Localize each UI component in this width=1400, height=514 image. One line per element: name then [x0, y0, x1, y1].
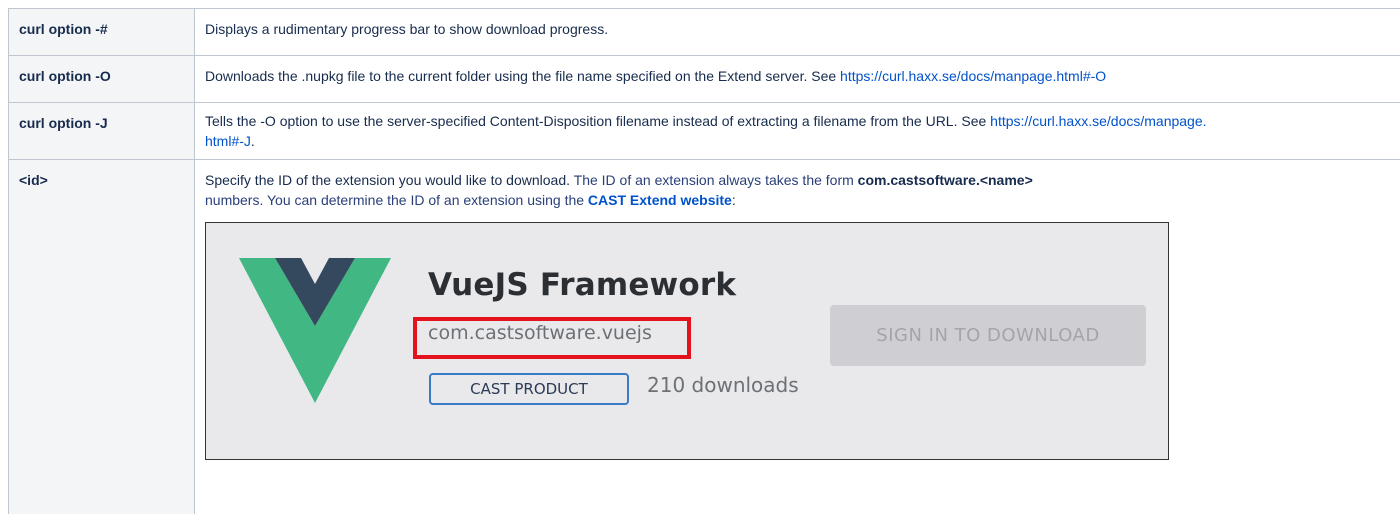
option-description: Specify the ID of the extension you woul…	[194, 159, 1400, 514]
id-highlight-box	[413, 317, 691, 359]
option-description: Displays a rudimentary progress bar to s…	[194, 8, 1400, 56]
description-tail: :	[731, 192, 736, 208]
curl-manpage-link[interactable]: https://curl.haxx.se/docs/manpage.	[990, 113, 1206, 129]
vuejs-logo-icon	[239, 258, 391, 403]
page: curl option -# Displays a rudimentary pr…	[0, 0, 1400, 514]
extension-title: VueJS Framework	[428, 267, 737, 303]
extension-screenshot: VueJS Framework com.castsoftware.vuejs C…	[205, 222, 1169, 460]
id-description-line-2: numbers. You can determine the ID of an …	[205, 190, 1397, 210]
id-description-line-1: Specify the ID of the extension you woul…	[205, 170, 1397, 190]
table-row: curl option -# Displays a rudimentary pr…	[8, 8, 1400, 56]
option-key: <id>	[8, 159, 195, 514]
option-key: curl option -#	[8, 8, 195, 56]
option-key: curl option -O	[8, 55, 195, 103]
options-table: curl option -# Displays a rudimentary pr…	[8, 8, 1400, 514]
curl-manpage-link[interactable]: https://curl.haxx.se/docs/manpage.html#-…	[840, 68, 1106, 84]
description-note: numbers. You can determine the ID of an …	[205, 192, 588, 208]
option-description: Tells the -O option to use the server-sp…	[194, 102, 1400, 160]
table-row: <id> Specify the ID of the extension you…	[8, 159, 1400, 514]
cast-product-badge: CAST PRODUCT	[429, 373, 629, 405]
table-row: curl option -J Tells the -O option to us…	[8, 102, 1400, 160]
option-description: Downloads the .nupkg file to the current…	[194, 55, 1400, 103]
description-text: Tells the -O option to use the server-sp…	[205, 113, 991, 129]
table-row: curl option -O Downloads the .nupkg file…	[8, 55, 1400, 103]
sign-in-download-button: SIGN IN TO DOWNLOAD	[830, 305, 1146, 366]
cast-extend-website-link[interactable]: CAST Extend website	[588, 192, 732, 208]
curl-manpage-link-cont[interactable]: html#-J	[205, 133, 251, 149]
description-text: Specify the ID of the extension you woul…	[205, 172, 574, 188]
description-tail: .	[250, 133, 255, 149]
description-text: Downloads the .nupkg file to the current…	[205, 68, 841, 84]
id-format: com.castsoftware.<name>	[857, 172, 1033, 188]
description-note: The ID of an extension always takes the …	[573, 172, 858, 188]
option-key: curl option -J	[8, 102, 195, 160]
download-count: 210 downloads	[647, 373, 799, 397]
